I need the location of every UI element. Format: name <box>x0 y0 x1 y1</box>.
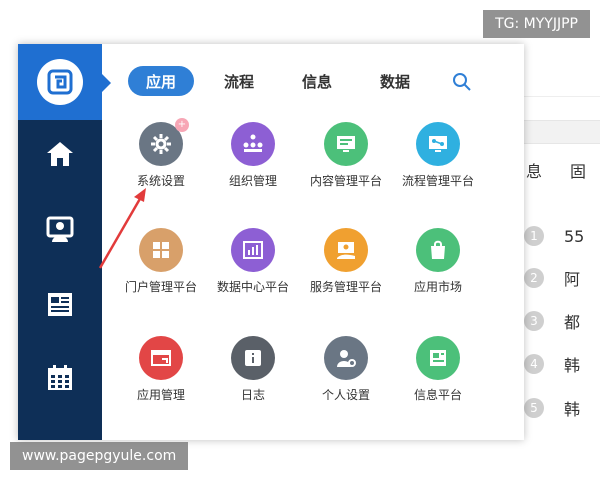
background-table-header <box>520 120 600 144</box>
log-book-icon <box>231 336 275 380</box>
app-personal-settings[interactable]: 个人设置 <box>302 336 390 403</box>
app-window-icon <box>139 336 183 380</box>
content-monitor-icon <box>324 122 368 166</box>
logo-area[interactable] <box>18 44 102 120</box>
background-row[interactable]: 1 55 <box>524 224 584 248</box>
app-service-platform[interactable]: 服务管理平台 <box>302 228 390 295</box>
logo-icon <box>37 59 83 105</box>
home-icon[interactable] <box>44 138 76 170</box>
app-org-management[interactable]: 组织管理 <box>209 122 297 189</box>
row-number-badge: 3 <box>524 311 544 331</box>
app-label: 服务管理平台 <box>309 280 382 294</box>
app-label: 应用市场 <box>413 280 462 294</box>
notification-badge: + <box>175 118 189 132</box>
app-label: 流程管理平台 <box>401 174 474 188</box>
app-label: 组织管理 <box>228 174 277 188</box>
category-tabs: 应用 流程 信息 数据 <box>128 66 440 96</box>
service-hand-icon <box>324 228 368 272</box>
app-label: 日志 <box>240 388 265 402</box>
app-label: 应用管理 <box>136 388 185 402</box>
news-icon[interactable] <box>44 288 76 320</box>
background-row[interactable]: 2 阿 <box>524 266 580 290</box>
app-workflow-platform[interactable]: 流程管理平台 <box>394 122 482 189</box>
background-row[interactable]: 5 韩 <box>524 396 580 420</box>
app-system-settings[interactable]: + 系统设置 <box>117 118 205 189</box>
launcher-sidebar <box>18 44 102 440</box>
selection-pointer <box>102 74 111 92</box>
tab-workflow[interactable]: 流程 <box>206 66 272 96</box>
app-content-platform[interactable]: 内容管理平台 <box>302 122 390 189</box>
watermark-bottom: www.pagepgyule.com <box>10 442 189 470</box>
background-row[interactable]: 4 韩 <box>524 352 580 376</box>
search-icon[interactable] <box>450 70 474 94</box>
info-newspaper-icon <box>416 336 460 380</box>
app-logs[interactable]: 日志 <box>209 336 297 403</box>
calendar-icon[interactable] <box>44 362 76 394</box>
app-data-center[interactable]: 数据中心平台 <box>209 228 297 295</box>
user-monitor-icon[interactable] <box>44 214 76 246</box>
workflow-monitor-icon <box>416 122 460 166</box>
gear-icon: + <box>139 118 189 166</box>
background-column-header: 息 <box>526 162 543 181</box>
row-number-badge: 1 <box>524 226 544 246</box>
row-text: 55 <box>564 226 585 246</box>
row-number-badge: 5 <box>524 398 544 418</box>
portal-grid-icon <box>139 228 183 272</box>
row-text: 韩 <box>564 400 581 419</box>
app-label: 个人设置 <box>321 388 370 402</box>
app-label: 系统设置 <box>136 174 185 188</box>
bar-chart-icon <box>231 228 275 272</box>
app-market[interactable]: 应用市场 <box>394 228 482 295</box>
background-row[interactable]: 3 都 <box>524 309 580 333</box>
app-label: 内容管理平台 <box>309 174 382 188</box>
tab-info[interactable]: 信息 <box>284 66 350 96</box>
app-app-management[interactable]: 应用管理 <box>117 336 205 403</box>
background-divider <box>520 96 600 97</box>
app-label: 门户管理平台 <box>124 280 197 294</box>
user-settings-icon <box>324 336 368 380</box>
tab-apps[interactable]: 应用 <box>128 66 194 96</box>
app-label: 数据中心平台 <box>216 280 289 294</box>
org-chart-icon <box>231 122 275 166</box>
watermark-top: TG: MYYJJPP <box>483 10 590 38</box>
app-launcher-popup: 应用 流程 信息 数据 + 系统设置 组织管理 内容管理平台 流程管理平台 门户… <box>18 44 524 440</box>
tab-data[interactable]: 数据 <box>362 66 428 96</box>
row-number-badge: 2 <box>524 268 544 288</box>
shopping-bag-icon <box>416 228 460 272</box>
background-column-header: 固 <box>570 162 587 181</box>
row-text: 都 <box>564 313 581 332</box>
row-text: 韩 <box>564 356 581 375</box>
row-text: 阿 <box>564 270 581 289</box>
app-info-platform[interactable]: 信息平台 <box>394 336 482 403</box>
app-label: 信息平台 <box>413 388 462 402</box>
app-portal-platform[interactable]: 门户管理平台 <box>117 228 205 295</box>
row-number-badge: 4 <box>524 354 544 374</box>
